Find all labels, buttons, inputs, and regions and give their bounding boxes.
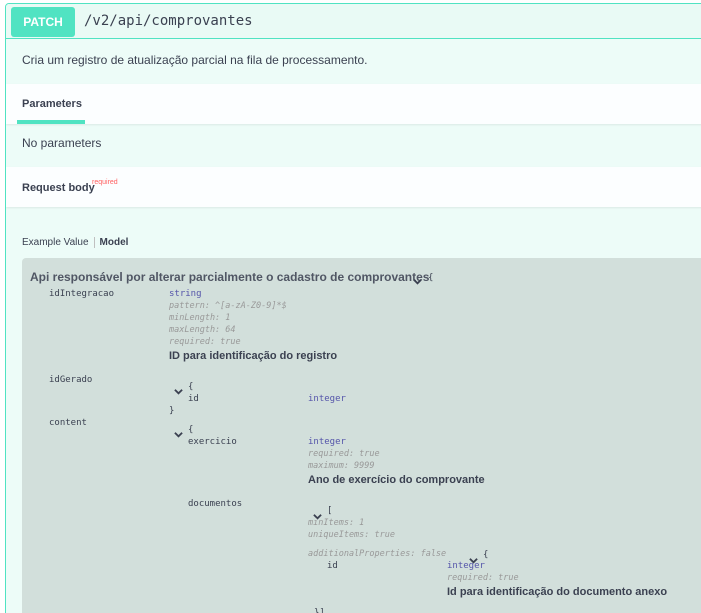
field-minitems: minItems: 1 bbox=[308, 518, 365, 528]
parameters-header: Parameters bbox=[6, 84, 701, 124]
model-title: Api responsável por alterar parcialmente… bbox=[30, 270, 430, 284]
tab-model[interactable]: Model bbox=[93, 237, 128, 248]
field-name-idIntegracao: idIntegracao bbox=[49, 289, 115, 299]
documentos-close-brackets: }] bbox=[314, 608, 325, 613]
field-type-exercicio: integer bbox=[308, 437, 346, 447]
chevron-down-icon[interactable] bbox=[174, 426, 183, 444]
field-required-documento-id: required: true bbox=[447, 573, 519, 583]
field-name-documento-id: id bbox=[327, 561, 338, 571]
idGerado-open-brace: { bbox=[188, 382, 194, 392]
field-description-documento-id: Id para identificação do documento anexo bbox=[447, 586, 668, 598]
operation-summary[interactable]: PATCH /v2/api/comprovantes bbox=[6, 4, 701, 39]
field-required-exercicio: required: true bbox=[308, 449, 380, 459]
field-name-idGerado: idGerado bbox=[49, 375, 93, 385]
no-parameters-text: No parameters bbox=[22, 136, 102, 150]
documentos-open-bracket: [ bbox=[327, 506, 333, 516]
field-uniqueitems: uniqueItems: true bbox=[308, 530, 395, 540]
content-open-brace: { bbox=[188, 425, 194, 435]
field-maxlength: maxLength: 64 bbox=[169, 325, 236, 335]
field-type-documento-id: integer bbox=[447, 561, 485, 571]
method-badge: PATCH bbox=[11, 7, 75, 37]
required-badge: required bbox=[92, 179, 118, 186]
model-schema-box: Api responsável por alterar parcialmente… bbox=[22, 258, 701, 613]
chevron-down-icon[interactable] bbox=[174, 383, 183, 401]
field-description-exercicio: Ano de exercício do comprovante bbox=[308, 474, 485, 486]
example-model-tabs: Example Value Model bbox=[22, 237, 128, 248]
field-maximum-exercicio: maximum: 9999 bbox=[308, 461, 375, 471]
field-minlength: minLength: 1 bbox=[169, 313, 231, 323]
request-body-header: Request body required bbox=[6, 167, 701, 207]
field-name-id: id bbox=[188, 394, 199, 404]
field-type-id: integer bbox=[308, 394, 346, 404]
field-name-exercicio: exercicio bbox=[188, 437, 237, 447]
operation-block: PATCH /v2/api/comprovantes Cria um regis… bbox=[5, 3, 701, 613]
field-pattern: pattern: ^[a-zA-Z0-9]*$ bbox=[169, 301, 287, 311]
operation-path: /v2/api/comprovantes bbox=[84, 13, 253, 29]
tab-example-value[interactable]: Example Value bbox=[22, 237, 94, 248]
field-name-documentos: documentos bbox=[188, 499, 243, 509]
field-type-idIntegracao: string bbox=[169, 289, 202, 299]
field-name-content: content bbox=[49, 418, 87, 428]
operation-description: Cria um registro de atualização parcial … bbox=[22, 53, 368, 67]
tab-active-indicator bbox=[17, 120, 85, 124]
field-required: required: true bbox=[169, 337, 241, 347]
request-body-label: Request body bbox=[22, 182, 95, 194]
field-additionalproperties: additionalProperties: false bbox=[308, 549, 447, 559]
field-description-idIntegracao: ID para identificação do registro bbox=[169, 350, 338, 362]
idGerado-close-brace: } bbox=[169, 406, 175, 416]
documentos-item-open-brace: { bbox=[483, 550, 489, 560]
chevron-down-icon[interactable] bbox=[413, 273, 422, 291]
tab-parameters[interactable]: Parameters bbox=[22, 98, 82, 110]
model-open-brace: { bbox=[428, 273, 434, 283]
